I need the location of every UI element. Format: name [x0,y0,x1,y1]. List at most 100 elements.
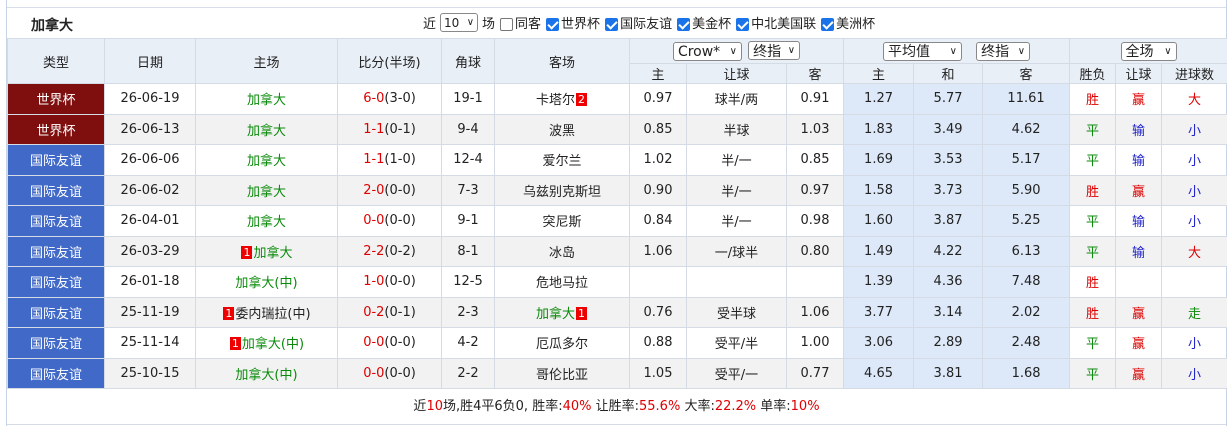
range-select[interactable]: 全场 ∨ [1120,41,1177,61]
match-type[interactable]: 国际友谊 [7,357,105,389]
table-row: 国际友谊 26-06-02 加拿大 2-0(0-0) 7-3 乌兹别克斯坦 0.90 半/一 0… [7,174,1227,206]
full-time-score[interactable]: 1-1 [363,152,384,167]
filter-checkbox[interactable] [500,18,514,31]
away-team-name[interactable]: 卡塔尔 [536,93,575,108]
away-team[interactable]: 爱尔兰 [494,144,630,176]
away-team[interactable]: 危地马拉 [494,266,630,298]
full-time-score[interactable]: 6-0 [363,91,384,106]
match-type[interactable]: 世界杯 [7,83,105,115]
filter-checkbox[interactable] [605,18,619,31]
filter-checkbox-label[interactable]: 世界杯 [561,17,600,32]
away-team-name[interactable]: 厄瓜多尔 [536,337,588,352]
match-type[interactable]: 国际友谊 [7,296,105,328]
home-team-name[interactable]: 加拿大(中) [242,337,304,352]
away-team-name[interactable]: 爱尔兰 [542,154,581,169]
full-time-score[interactable]: 0-0 [363,366,384,381]
away-team-name[interactable]: 冰岛 [549,246,575,261]
home-team-name[interactable]: 加拿大 [247,215,286,230]
filter-checkbox-label[interactable]: 国际友谊 [620,17,672,32]
home-team-name[interactable]: 加拿大 [247,154,286,169]
col-euro-away: 客 [982,63,1071,84]
home-team[interactable]: 加拿大 [195,83,338,115]
home-team-name[interactable]: 加拿大(中) [235,368,297,383]
asian-home-odds: 0.85 [629,113,687,145]
match-type[interactable]: 国际友谊 [7,205,105,237]
filter-checkbox-label[interactable]: 美洲杯 [836,17,875,32]
home-team[interactable]: 加拿大(中) [195,266,338,298]
away-team[interactable]: 突尼斯 [494,205,630,237]
chevron-down-icon: ∨ [949,45,957,57]
home-team[interactable]: 加拿大 [195,174,338,206]
away-team-name[interactable]: 波黑 [549,124,575,139]
euro-time-select[interactable]: 终指 ∨ [976,41,1031,61]
euro-odds-header: 平均值 ∨ 终指 ∨ [843,38,1071,64]
home-team[interactable]: 加拿大(中) [195,357,338,389]
match-type[interactable]: 世界杯 [7,113,105,145]
full-time-score[interactable]: 1-0 [363,274,384,289]
euro-home-odds: 3.06 [843,327,915,359]
away-team[interactable]: 冰岛 [494,235,630,267]
away-team[interactable]: 加拿大 1 [494,296,630,328]
filter-checkbox-label[interactable]: 中北美国联 [751,17,816,32]
full-time-score[interactable]: 0-2 [363,305,384,320]
away-team[interactable]: 波黑 [494,113,630,145]
full-time-score[interactable]: 0-0 [363,335,384,350]
full-time-score[interactable]: 2-2 [363,244,384,259]
away-team-name[interactable]: 哥伦比亚 [536,368,588,383]
away-team-name[interactable]: 突尼斯 [542,215,581,230]
home-team-name[interactable]: 委内瑞拉(中) [235,307,310,322]
col-draw: 和 [913,63,984,84]
match-score[interactable]: 1-0(0-0) [337,266,442,298]
asian-time-select[interactable]: 终指 ∨ [748,41,801,60]
home-team[interactable]: 加拿大 [195,113,338,145]
match-score[interactable]: 0-0(0-0) [337,327,442,359]
away-team-name[interactable]: 危地马拉 [536,276,588,291]
filter-checkbox[interactable] [736,18,750,31]
home-team-name[interactable]: 加拿大 [253,246,292,261]
away-team[interactable]: 乌兹别克斯坦 [494,174,630,206]
away-team-name[interactable]: 加拿大 [536,307,575,322]
match-score[interactable]: 0-2(0-1) [337,296,442,328]
home-team-name[interactable]: 加拿大(中) [235,276,297,291]
home-team[interactable]: 加拿大 [195,205,338,237]
average-select[interactable]: 平均值 ∨ [882,41,962,61]
filter-checkbox[interactable] [677,18,691,31]
match-type[interactable]: 国际友谊 [7,235,105,267]
match-type[interactable]: 国际友谊 [7,174,105,206]
goals-result: 小 [1161,357,1227,389]
away-team[interactable]: 哥伦比亚 [494,357,630,389]
company-select[interactable]: Crow* ∨ [672,42,742,61]
away-team-name[interactable]: 乌兹别克斯坦 [523,185,601,200]
match-score[interactable]: 1-1(0-1) [337,113,442,145]
match-type[interactable]: 国际友谊 [7,144,105,176]
filter-checkbox[interactable] [546,18,560,31]
match-result: 胜 [1069,266,1117,298]
match-score[interactable]: 6-0(3-0) [337,83,442,115]
home-team[interactable]: 1 加拿大 [195,235,338,267]
handicap-line [686,266,787,298]
full-time-score[interactable]: 2-0 [363,183,384,198]
match-type[interactable]: 国际友谊 [7,327,105,359]
summary-odd-rate: 10% [790,399,820,414]
home-team[interactable]: 1 加拿大(中) [195,327,338,359]
full-time-score[interactable]: 1-1 [363,122,384,137]
euro-draw-odds: 2.89 [913,327,984,359]
home-team[interactable]: 加拿大 [195,144,338,176]
away-team[interactable]: 厄瓜多尔 [494,327,630,359]
home-team-name[interactable]: 加拿大 [247,185,286,200]
match-score[interactable]: 2-2(0-2) [337,235,442,267]
match-score[interactable]: 0-0(0-0) [337,357,442,389]
match-type[interactable]: 国际友谊 [7,266,105,298]
match-score[interactable]: 0-0(0-0) [337,205,442,237]
full-time-score[interactable]: 0-0 [363,213,384,228]
filter-checkbox[interactable] [821,18,835,31]
away-team[interactable]: 卡塔尔 2 [494,83,630,115]
home-team[interactable]: 1 委内瑞拉(中) [195,296,338,328]
home-team-name[interactable]: 加拿大 [247,93,286,108]
home-team-name[interactable]: 加拿大 [247,124,286,139]
match-score[interactable]: 2-0(0-0) [337,174,442,206]
match-score[interactable]: 1-1(1-0) [337,144,442,176]
filter-checkbox-label[interactable]: 同客 [515,17,541,32]
filter-checkbox-label[interactable]: 美金杯 [692,17,731,32]
match-count-select[interactable]: 10 ∨ [440,13,479,32]
